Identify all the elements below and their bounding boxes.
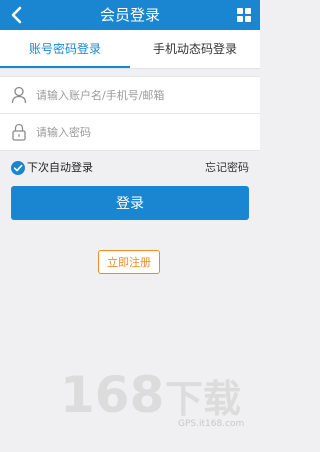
svg-text:GPS.it168.com: GPS.it168.com	[178, 419, 244, 429]
tab-phone-code[interactable]: 手机动态码登录	[130, 30, 260, 68]
register-button[interactable]: 立即注册	[98, 250, 160, 274]
tabs-divider	[0, 68, 260, 69]
auto-login-label: 下次自动登录	[27, 161, 93, 174]
header-bar: 会员登录	[0, 0, 260, 30]
account-row	[0, 77, 260, 113]
watermark-logo: 168 下载 GPS.it168.com	[60, 366, 244, 429]
tab-account-password[interactable]: 账号密码登录	[0, 30, 130, 68]
lock-icon	[12, 123, 26, 141]
forgot-password-link[interactable]: 忘记密码	[205, 161, 249, 175]
password-row	[0, 114, 260, 150]
account-input[interactable]	[36, 84, 246, 106]
login-button[interactable]: 登录	[11, 186, 249, 220]
login-form	[0, 76, 260, 151]
svg-text:下载: 下载	[165, 377, 241, 421]
page-title: 会员登录	[99, 6, 160, 24]
grid-menu-icon[interactable]	[237, 8, 251, 22]
checkbox-checked-icon[interactable]	[11, 161, 25, 175]
svg-text:168: 168	[60, 366, 164, 424]
login-tabs: 账号密码登录 手机动态码登录	[0, 30, 260, 68]
user-icon	[11, 86, 27, 104]
password-input[interactable]	[36, 121, 246, 143]
